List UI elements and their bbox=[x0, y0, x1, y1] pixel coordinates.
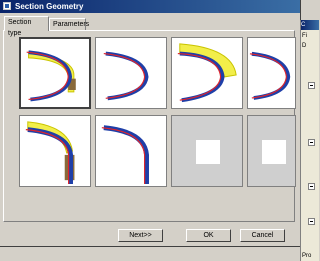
section-type-4-thumbnail[interactable] bbox=[247, 37, 296, 109]
next-button[interactable]: Next>> bbox=[118, 229, 163, 242]
app-icon bbox=[3, 2, 11, 10]
tab-panel-section-type bbox=[3, 30, 296, 222]
tab-section-type[interactable]: Section type bbox=[4, 16, 49, 37]
blank-placeholder bbox=[196, 140, 220, 164]
collapse-icon[interactable] bbox=[308, 218, 315, 225]
dialog-title: Section Geometry bbox=[15, 2, 84, 11]
section-type-3-graphic bbox=[177, 43, 237, 103]
section-type-7-thumbnail[interactable] bbox=[171, 115, 243, 187]
section-type-2-graphic bbox=[103, 51, 149, 101]
section-geometry-dialog: Section Geometry Section type Parameters bbox=[0, 0, 301, 247]
section-type-6-thumbnail[interactable] bbox=[95, 115, 167, 187]
background-window-footer: Pro bbox=[302, 253, 312, 259]
section-type-1-thumbnail[interactable] bbox=[19, 37, 91, 109]
collapse-icon[interactable] bbox=[308, 183, 315, 190]
ok-button[interactable]: OK bbox=[186, 229, 231, 242]
section-type-5-graphic bbox=[25, 121, 75, 185]
section-type-3-thumbnail[interactable] bbox=[171, 37, 243, 109]
section-type-6-graphic bbox=[101, 125, 149, 185]
background-window-title: C bbox=[301, 20, 319, 30]
blank-placeholder bbox=[262, 140, 286, 164]
tab-parameters[interactable]: Parameters bbox=[49, 18, 89, 30]
section-type-2-thumbnail[interactable] bbox=[95, 37, 167, 109]
section-type-1-graphic bbox=[26, 50, 76, 102]
background-window[interactable]: C Fi D Pro bbox=[300, 20, 319, 261]
collapse-icon[interactable] bbox=[308, 82, 315, 89]
background-window-row: D bbox=[302, 43, 307, 49]
section-type-8-thumbnail[interactable] bbox=[247, 115, 296, 187]
section-type-4-graphic bbox=[249, 51, 291, 100]
background-window-row: Fi bbox=[302, 33, 307, 39]
section-type-5-thumbnail[interactable] bbox=[19, 115, 91, 187]
title-bar[interactable]: Section Geometry bbox=[0, 0, 300, 13]
cancel-button[interactable]: Cancel bbox=[240, 229, 285, 242]
collapse-icon[interactable] bbox=[308, 139, 315, 146]
